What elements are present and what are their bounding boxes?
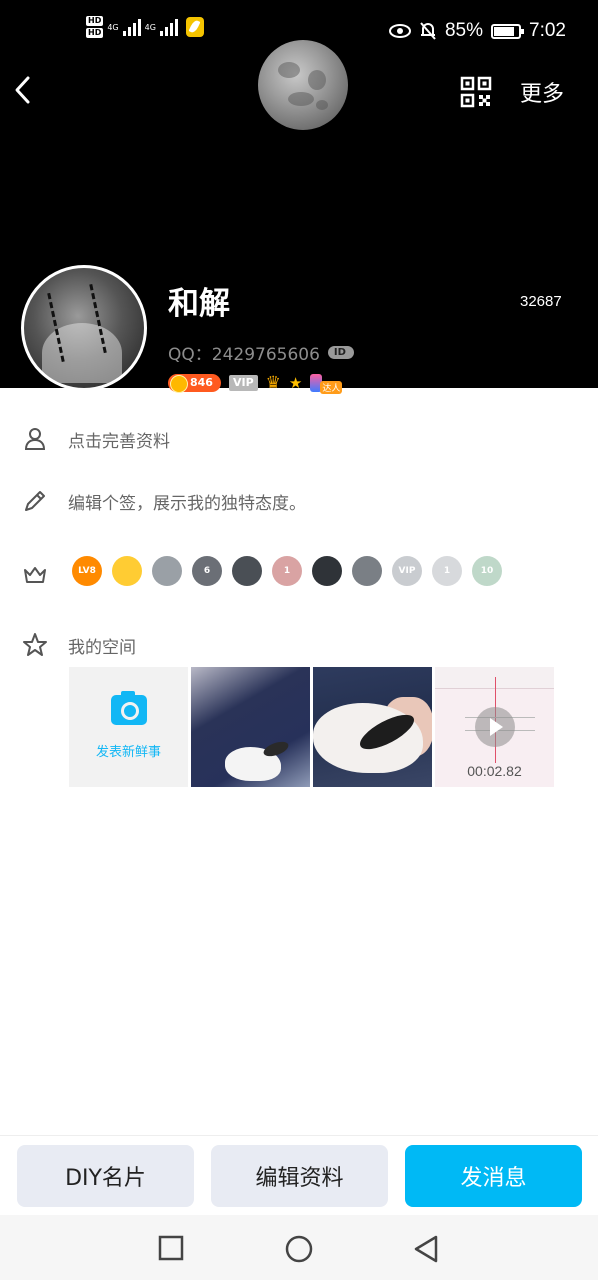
heart-diamond-badge[interactable] [112, 556, 142, 586]
penguin-crown-badge[interactable] [232, 556, 262, 586]
star-outline-icon [23, 633, 47, 656]
home-icon[interactable] [285, 1235, 313, 1263]
complete-profile-row[interactable]: 点击完善资料 [22, 426, 170, 452]
complete-profile-label: 点击完善资料 [68, 431, 170, 452]
diamond-badge-1[interactable]: 1 [272, 556, 302, 586]
space-photo-2[interactable] [313, 667, 432, 787]
user-icon [24, 428, 46, 450]
more-button[interactable]: 更多 [520, 76, 564, 108]
bottom-action-bar: DIY名片 编辑资料 发消息 [0, 1135, 598, 1215]
my-space-title: 我的空间 [68, 637, 136, 658]
recent-apps-icon[interactable] [158, 1235, 184, 1261]
signal-icon [122, 18, 141, 36]
space-gallery: 发表新鲜事 00:02.82 [69, 667, 554, 787]
status-bar: HD HD 4G 4G 85% 7:02 [0, 14, 598, 54]
battery-icon [491, 23, 525, 39]
star-icon[interactable]: ★ [289, 374, 302, 392]
back-arrow-icon[interactable] [12, 74, 36, 106]
pencil-icon [25, 491, 45, 511]
my-space-row[interactable]: 我的空间 [22, 632, 136, 658]
clock: 7:02 [529, 20, 566, 41]
network-type-2: 4G [144, 22, 156, 32]
silver-gem-badge[interactable] [152, 556, 182, 586]
camera-icon [110, 690, 147, 725]
daren-label: 达人 [320, 380, 343, 394]
eye-comfort-icon [388, 24, 411, 38]
penguin-badge-6[interactable]: 6 [192, 556, 222, 586]
back-triangle-icon[interactable] [413, 1235, 439, 1263]
space-voice-recording[interactable]: 00:02.82 [435, 667, 554, 787]
bell-muted-icon [420, 22, 436, 40]
like-count[interactable]: 32687 [520, 293, 562, 310]
penguin-black-badge[interactable] [312, 556, 342, 586]
achievement-badges[interactable]: LV8 6 1 VIP 1 10 [72, 556, 502, 586]
play-icon[interactable] [475, 707, 515, 747]
qq-number-text: QQ：2429765606 [168, 345, 320, 365]
gem-badge-10[interactable]: 10 [472, 556, 502, 586]
post-new-label: 发表新鲜事 [95, 744, 161, 760]
recording-duration: 00:02.82 [467, 763, 522, 779]
crown-outline-icon [24, 567, 46, 583]
space-photo-1[interactable] [191, 667, 310, 787]
diy-card-button[interactable]: DIY名片 [17, 1145, 194, 1207]
vip-badge[interactable]: VIP [228, 375, 258, 391]
edit-profile-button[interactable]: 编辑资料 [211, 1145, 388, 1207]
app-notification-icon [185, 17, 204, 37]
id-badge[interactable]: ID [327, 346, 354, 359]
lv8-badge[interactable]: LV8 [72, 556, 102, 586]
level-coin-badge[interactable]: 846 [168, 374, 221, 393]
send-message-button[interactable]: 发消息 [405, 1145, 582, 1207]
signature-row[interactable]: 编辑个签，展示我的独特态度。 [22, 488, 306, 514]
qq-number[interactable]: QQ：2429765606 ID [168, 340, 354, 365]
vip-cloud-badge[interactable]: VIP [392, 556, 422, 586]
hd-indicator: HD HD [86, 16, 104, 38]
nickname: 和解 [168, 286, 230, 322]
crown-icon[interactable]: ♛ [266, 373, 281, 393]
battery-percent: 85% [444, 20, 484, 41]
level-badges-row[interactable]: 846 VIP ♛ ★ 达人 [168, 373, 343, 394]
badges-icon-row [22, 562, 68, 588]
daren-badge[interactable]: 达人 [310, 373, 343, 394]
post-new-button[interactable]: 发表新鲜事 [69, 667, 188, 787]
system-nav-bar [0, 1215, 598, 1280]
signal-icon-2 [159, 18, 178, 36]
signature-hint: 编辑个签，展示我的独特态度。 [68, 493, 306, 514]
suit-badge[interactable]: 1 [432, 556, 462, 586]
network-type-1: 4G [107, 22, 119, 32]
qr-code-icon[interactable] [460, 76, 492, 108]
penguin-green-badge[interactable] [352, 556, 382, 586]
avatar[interactable] [21, 265, 147, 391]
